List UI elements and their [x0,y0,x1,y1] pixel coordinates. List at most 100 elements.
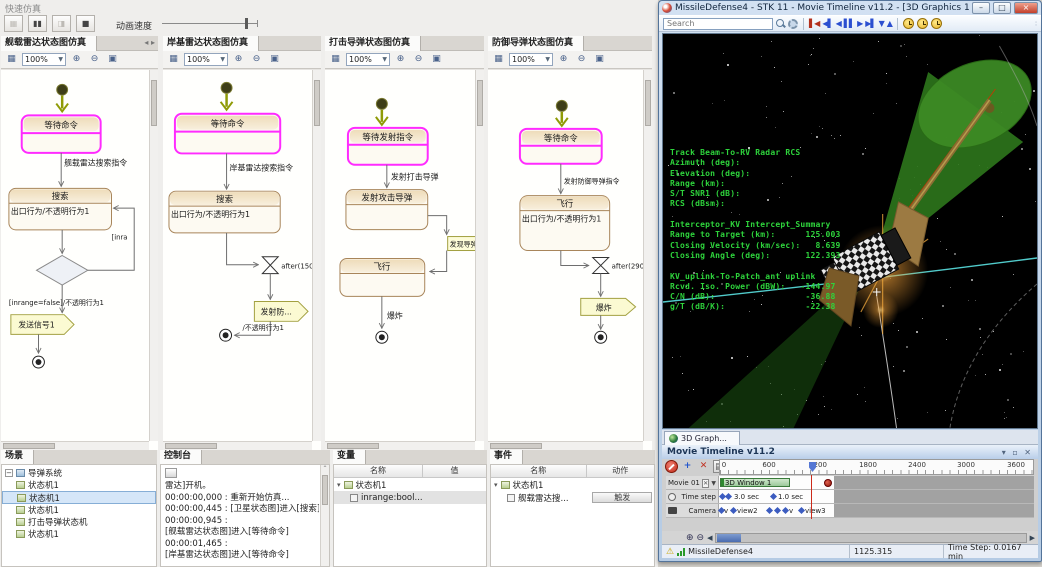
fit-icon[interactable]: ▣ [267,53,282,67]
state-search[interactable]: 搜索 出口行为/不透明行为1 [169,191,280,233]
3d-viewport[interactable]: Track Beam-To-RV Radar RCS Azimuth (deg)… [662,33,1038,429]
timeline-scrollbar[interactable] [715,533,1026,543]
time-event-shape[interactable]: after(1500 [262,257,312,274]
scroll-left-icon[interactable]: ◀ [707,534,712,542]
diagram-canvas-2[interactable]: 等待命令 岸基雷达搜索指令 搜索 出口行为/不透明行为1 after(1500 [163,70,321,450]
keyframe-dot[interactable] [824,479,832,487]
state-wait-command[interactable]: 等待命令 [175,114,280,154]
add-track-icon[interactable]: + [681,460,694,473]
camera-marker[interactable] [766,507,773,514]
movie-segment[interactable]: 3D Window 1 [720,478,790,487]
v-scrollbar[interactable] [149,70,158,441]
zoom-out-icon[interactable]: ⊖ [411,53,426,67]
zoom-out-icon[interactable]: ⊖ [574,53,589,67]
final-node[interactable] [220,329,232,341]
step-button[interactable]: ◨ [52,15,71,32]
animation-speed-slider[interactable] [162,17,262,29]
zoom-select[interactable]: 100%▼ [509,53,553,66]
jump-to-start-button[interactable]: ▌◀ [809,17,819,31]
diagram-canvas-3[interactable]: 等待发射指令 发射打击导弹 发射攻击导弹 发现导弹 [325,70,484,450]
visibility-icon[interactable]: ✕ [702,479,709,488]
tab-scroll-arrows-icon[interactable]: ◂ ▸ [144,38,155,47]
send-signal-shape[interactable]: 爆炸 [581,298,636,315]
initial-node[interactable] [221,82,232,93]
trigger-event-button[interactable]: 触发 [592,492,652,503]
tab-scene[interactable]: 场景 [1,450,34,464]
camera-marker[interactable] [774,507,781,514]
tab-defense-missile[interactable]: 防御导弹状态图仿真 [488,36,584,51]
zoom-select[interactable]: 100%▼ [346,53,390,66]
send-signal-shape[interactable]: 发射防... [254,301,308,321]
slider-thumb[interactable] [245,18,248,29]
timeline-row-camera[interactable]: Camera v view2 v view3 [666,504,1034,518]
tree-item-statemachine[interactable]: 状态机1 [2,504,156,516]
h-scrollbar[interactable] [488,441,643,450]
send-signal-shape[interactable]: 发送信号1 [11,315,74,335]
minimize-button[interactable]: – [972,2,990,14]
step-forward-button[interactable]: ▶▌ [865,17,875,31]
run-button[interactable]: ▦ [4,15,23,32]
clock-icon-1[interactable] [903,18,914,29]
search-input[interactable] [663,18,773,30]
zoom-select[interactable]: 100%▼ [184,53,228,66]
initial-node[interactable] [556,100,567,111]
v-scrollbar[interactable] [475,70,484,441]
tree-root-missile-system[interactable]: −导弹系统 [2,467,156,479]
toolbar-overflow-icon[interactable]: ∶ [1035,20,1037,28]
clear-console-icon[interactable] [165,468,177,478]
grid-icon[interactable]: ▦ [328,53,343,67]
tab-console[interactable]: 控制台 [160,450,202,464]
clock-icon-2[interactable] [917,18,928,29]
timeline-row-timestep[interactable]: Time step 3.0 sec 1.0 sec [666,490,1034,504]
play-backward-button[interactable]: ◀ [836,17,841,31]
close-button[interactable]: × [1014,2,1038,14]
fit-icon[interactable]: ▣ [429,53,444,67]
timestep-marker[interactable] [725,493,732,500]
signal-note-shape[interactable]: 发现导弹 [448,237,475,251]
tab-ship-radar[interactable]: 舰载雷达状态图仿真 [1,36,97,51]
camera-marker[interactable] [798,507,805,514]
state-launch-attack[interactable]: 发射攻击导弹 [346,190,428,230]
event-row[interactable]: 舰载雷达搜... 触发 [491,491,654,504]
final-node[interactable] [595,331,607,343]
tree-item-statemachine[interactable]: 状态机1 [2,528,156,540]
decrease-speed-icon[interactable]: ▼ [879,17,884,31]
timeline-zoom-out-icon[interactable]: ⊖ [697,532,705,544]
zoom-in-icon[interactable]: ⊕ [393,53,408,67]
diagram-canvas-4[interactable]: 等待命令 发射防御导弹指令 飞行 出口行为/不透明行为1 after(2900 [488,70,652,450]
fit-icon[interactable]: ▣ [592,53,607,67]
camera-marker[interactable] [730,507,737,514]
gear-icon[interactable] [788,19,798,29]
delete-track-icon[interactable]: ✕ [697,460,710,473]
h-scrollbar[interactable] [163,441,312,450]
tree-item-statemachine-selected[interactable]: 状态机1 [2,491,156,504]
collapse-icon[interactable]: − [5,469,13,477]
maximize-button[interactable]: □ [993,2,1011,14]
scrollbar-thumb[interactable] [717,534,741,542]
stk-titlebar[interactable]: MissileDefense4 - STK 11 - Movie Timelin… [659,1,1041,15]
clock-icon-3[interactable] [931,18,942,29]
panel-dock-icons[interactable]: ▾ ▫ ✕ [1002,448,1033,457]
grid-icon[interactable]: ▦ [166,53,181,67]
final-node[interactable] [33,356,45,368]
camera-marker[interactable] [782,507,789,514]
zoom-in-icon[interactable]: ⊕ [556,53,571,67]
decision-diamond[interactable] [37,255,88,285]
state-wait-launch[interactable]: 等待发射指令 [348,128,428,165]
tree-item-strike-missile-sm[interactable]: 打击导弹状态机 [2,516,156,528]
timestep-marker[interactable] [770,493,777,500]
diagram-canvas-1[interactable]: 等待命令 舰载雷达搜索指令 搜索 出口行为/不透明行为1 [inra [inra… [1,70,158,450]
v-scrollbar[interactable] [312,70,321,441]
h-scrollbar[interactable] [325,441,475,450]
grid-icon[interactable]: ▦ [4,53,19,67]
state-wait-command[interactable]: 等待命令 [520,129,602,164]
variable-inrange-row[interactable]: inrange:bool... [334,491,486,504]
stop-button[interactable]: ■ [76,15,95,32]
timeline-row-movie[interactable]: Movie 01✕ ▼ 3D Window 1 [666,476,1034,490]
time-event-shape[interactable]: after(2900 [593,257,643,273]
zoom-out-icon[interactable]: ⊖ [87,53,102,67]
pause-button[interactable]: ▮▮ [28,15,47,32]
tab-variables[interactable]: 变量 [333,450,366,464]
pause-button[interactable]: ▌▌ [844,17,854,31]
tab-3d-graphics[interactable]: 3D Graph... [664,431,740,445]
